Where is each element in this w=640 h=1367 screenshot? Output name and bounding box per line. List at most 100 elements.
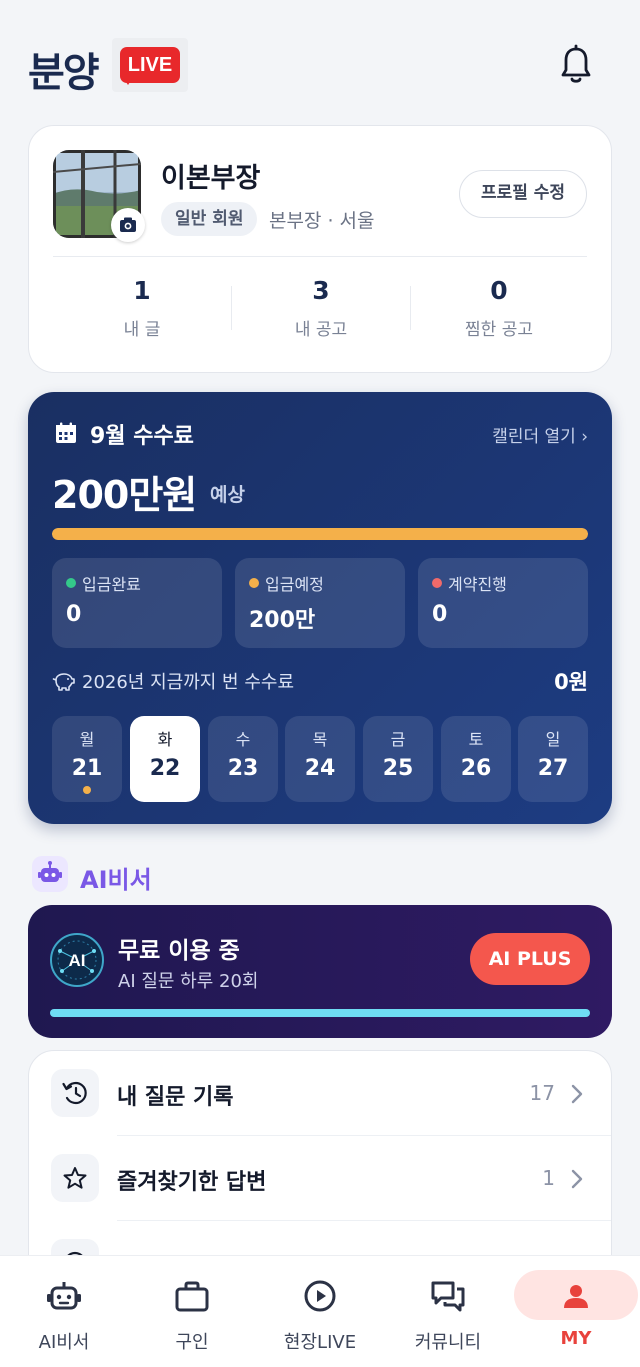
menu-item-question-history[interactable]: 내 질문 기록 17 <box>29 1051 611 1135</box>
stat-value: 0 <box>490 276 508 305</box>
ytd-commission-value: 0원 <box>554 670 588 694</box>
history-icon <box>51 1069 99 1117</box>
tab-site-live[interactable]: 현장LIVE <box>256 1256 384 1367</box>
stat-value: 3 <box>312 276 330 305</box>
chevron-right-icon <box>571 1169 583 1189</box>
profile-meta: 본부장 · 서울 <box>269 210 375 232</box>
day-of-week: 목 <box>312 730 328 749</box>
menu-label: 즐겨찾기한 답변 <box>117 1170 267 1195</box>
robot-icon <box>32 856 68 892</box>
bottom-tab-bar: AI비서 구인 현장LIVE 커뮤니티 MY <box>0 1255 640 1367</box>
commission-card: 9월 수수료 캘린더 열기 › 200만원 예상 입금완료 0 입금예정 200… <box>28 392 612 824</box>
status-dot <box>432 578 442 588</box>
tab-label: 커뮤니티 <box>414 1332 482 1353</box>
tab-label: MY <box>560 1328 592 1349</box>
stat-label: 찜한 공고 <box>465 320 533 340</box>
ytd-commission-label: 2026년 지금까지 번 수수료 <box>82 672 295 693</box>
tab-jobs[interactable]: 구인 <box>128 1256 256 1367</box>
day-date: 24 <box>304 756 336 781</box>
person-icon <box>564 1285 588 1308</box>
calendar-icon <box>56 422 76 443</box>
commission-amount: 200만원 <box>52 473 197 517</box>
ai-plan-title: 무료 이용 중 <box>118 938 240 964</box>
status-label: 입금완료 <box>82 575 141 594</box>
ai-logo-text: AI <box>69 951 86 970</box>
menu-count: 1 <box>542 1166 555 1190</box>
day-of-week: 수 <box>235 730 251 749</box>
week-day-thu[interactable]: 목 24 <box>285 716 355 802</box>
week-day-sat[interactable]: 토 26 <box>441 716 511 802</box>
bell-icon[interactable] <box>558 44 594 86</box>
ai-plan-subtitle: AI 질문 하루 20회 <box>118 971 259 992</box>
tab-label: 구인 <box>175 1332 209 1353</box>
tab-community[interactable]: 커뮤니티 <box>384 1256 512 1367</box>
ai-usage-bar <box>50 1009 590 1017</box>
status-dot <box>66 578 76 588</box>
tab-ai-assistant[interactable]: AI비서 <box>0 1256 128 1367</box>
status-deposit-complete[interactable]: 입금완료 0 <box>52 558 222 648</box>
status-value: 0 <box>66 602 82 627</box>
week-day-sun[interactable]: 일 27 <box>518 716 588 802</box>
profile-name: 이본부장 <box>161 163 261 194</box>
day-date: 21 <box>71 756 103 781</box>
day-of-week: 월 <box>79 730 95 749</box>
live-logo: LIVE <box>112 38 188 92</box>
stat-saved-listings[interactable]: 0 찜한 공고 <box>410 276 588 340</box>
tab-label: 현장LIVE <box>283 1332 357 1353</box>
tab-label: AI비서 <box>38 1332 90 1353</box>
stat-value: 1 <box>133 276 151 305</box>
status-label: 계약진행 <box>448 575 507 594</box>
ai-plan-card: AI 무료 이용 중 AI 질문 하루 20회 AI PLUS <box>28 905 612 1038</box>
play-icon <box>304 1280 336 1312</box>
chevron-right-icon <box>571 1084 583 1104</box>
member-grade-badge: 일반 회원 <box>161 202 258 236</box>
menu-item-favorite-answers[interactable]: 즐겨찾기한 답변 1 <box>29 1136 611 1220</box>
stat-label: 내 글 <box>123 320 161 340</box>
status-contract-in-progress[interactable]: 계약진행 0 <box>418 558 588 648</box>
progress-fill <box>52 528 588 540</box>
chat-icon <box>431 1281 465 1312</box>
status-deposit-scheduled[interactable]: 입금예정 200만 <box>235 558 405 648</box>
camera-icon[interactable] <box>111 208 145 242</box>
day-of-week: 화 <box>157 730 173 749</box>
status-label: 입금예정 <box>265 575 324 594</box>
ai-plus-button[interactable]: AI PLUS <box>470 933 590 985</box>
menu-label: 내 질문 기록 <box>117 1085 234 1110</box>
piggy-bank-icon <box>52 673 75 691</box>
commission-month-title: 9월 수수료 <box>90 424 194 449</box>
event-dot <box>83 786 91 794</box>
commission-expected-label: 예상 <box>210 484 245 506</box>
stat-my-posts[interactable]: 1 내 글 <box>53 276 231 340</box>
day-of-week: 금 <box>390 730 406 749</box>
status-value: 0 <box>432 602 448 627</box>
open-calendar-link[interactable]: 캘린더 열기 › <box>492 422 588 447</box>
stat-label: 내 공고 <box>294 320 348 340</box>
week-day-fri[interactable]: 금 25 <box>363 716 433 802</box>
edit-profile-button[interactable]: 프로필 수정 <box>459 170 587 218</box>
commission-progress-bar <box>52 528 588 540</box>
status-value: 200만 <box>249 608 316 633</box>
week-day-tue[interactable]: 화 22 <box>130 716 200 802</box>
day-of-week: 토 <box>468 730 484 749</box>
day-of-week: 일 <box>545 730 561 749</box>
day-date: 22 <box>149 756 181 781</box>
ai-menu-list: 내 질문 기록 17 즐겨찾기한 답변 1 <box>28 1050 612 1290</box>
status-dot <box>249 578 259 588</box>
day-date: 26 <box>460 756 492 781</box>
week-day-mon[interactable]: 월 21 <box>52 716 122 802</box>
day-date: 27 <box>537 756 569 781</box>
tab-my[interactable]: MY <box>512 1256 640 1367</box>
ai-section-title: AI비서 <box>80 866 152 894</box>
ai-logo-icon: AI <box>50 933 104 987</box>
menu-count: 17 <box>529 1081 555 1105</box>
day-date: 23 <box>227 756 259 781</box>
week-day-wed[interactable]: 수 23 <box>208 716 278 802</box>
star-icon <box>51 1154 99 1202</box>
stat-my-listings[interactable]: 3 내 공고 <box>232 276 410 340</box>
briefcase-icon <box>175 1281 209 1312</box>
divider <box>53 256 587 257</box>
profile-card: 이본부장 일반 회원 본부장 · 서울 프로필 수정 1 내 글 3 내 공고 … <box>28 125 612 373</box>
robot-icon <box>47 1282 81 1310</box>
brand-logo: 분양 <box>28 50 100 96</box>
app-header: 분양 LIVE <box>0 0 640 120</box>
